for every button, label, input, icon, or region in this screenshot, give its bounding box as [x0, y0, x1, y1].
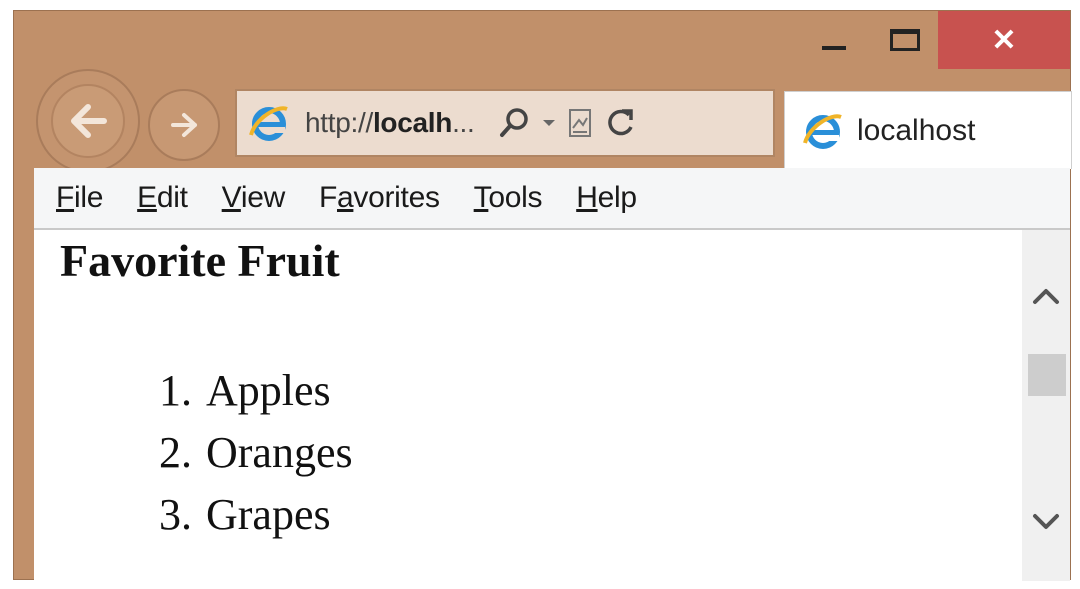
minimize-icon: [822, 46, 846, 50]
scroll-thumb[interactable]: [1028, 354, 1066, 396]
internet-explorer-icon: [249, 106, 288, 141]
minimize-button[interactable]: [804, 11, 864, 69]
maximize-button[interactable]: [872, 11, 938, 69]
address-bar[interactable]: http://localh...: [235, 89, 775, 157]
list-number: 2.: [159, 428, 192, 477]
scroll-down-button[interactable]: [1022, 502, 1070, 542]
menu-view[interactable]: View: [222, 181, 286, 215]
page-content: Favorite Fruit 1. Apples 2. Oranges 3. G…: [34, 230, 1022, 581]
menu-edit[interactable]: Edit: [137, 181, 188, 215]
close-icon: ✕: [991, 23, 1017, 57]
menu-help[interactable]: Help: [576, 181, 637, 215]
list-text: Oranges: [206, 428, 353, 477]
list-item: 1. Apples: [124, 360, 353, 422]
chevron-up-icon: [1033, 289, 1059, 304]
list-item: 3. Grapes: [124, 484, 353, 546]
tab-localhost[interactable]: localhost: [784, 91, 1072, 169]
close-button[interactable]: ✕: [938, 11, 1070, 69]
fruit-list: 1. Apples 2. Oranges 3. Grapes: [124, 360, 353, 546]
list-text: Apples: [206, 366, 331, 415]
back-arrow-icon: [71, 104, 107, 138]
menu-tools[interactable]: Tools: [474, 181, 543, 215]
chevron-down-icon: [1033, 514, 1059, 529]
compatibility-view-icon[interactable]: [567, 108, 595, 138]
dropdown-arrow-icon[interactable]: [541, 117, 557, 129]
menu-favorites[interactable]: Favorites: [319, 181, 440, 215]
url-text: http://localh...: [305, 107, 475, 138]
maximize-icon: [890, 29, 920, 51]
internet-explorer-icon: [803, 113, 842, 149]
forward-arrow-icon: [171, 113, 197, 137]
list-item: 2. Oranges: [124, 422, 353, 484]
list-number: 1.: [159, 366, 192, 415]
browser-window: ✕ http://localh... localhost File Edit V…: [13, 10, 1072, 581]
search-icon[interactable]: [497, 106, 531, 140]
forward-button[interactable]: [148, 89, 220, 161]
vertical-scrollbar[interactable]: [1022, 230, 1070, 581]
list-number: 3.: [159, 490, 192, 539]
tab-label: localhost: [857, 113, 976, 147]
menu-file[interactable]: File: [56, 181, 103, 215]
back-button[interactable]: [36, 69, 140, 173]
refresh-icon[interactable]: [605, 107, 635, 139]
scroll-up-button[interactable]: [1022, 276, 1070, 316]
menu-bar: File Edit View Favorites Tools Help: [34, 168, 1070, 230]
page-heading: Favorite Fruit: [60, 235, 340, 286]
list-text: Grapes: [206, 490, 331, 539]
